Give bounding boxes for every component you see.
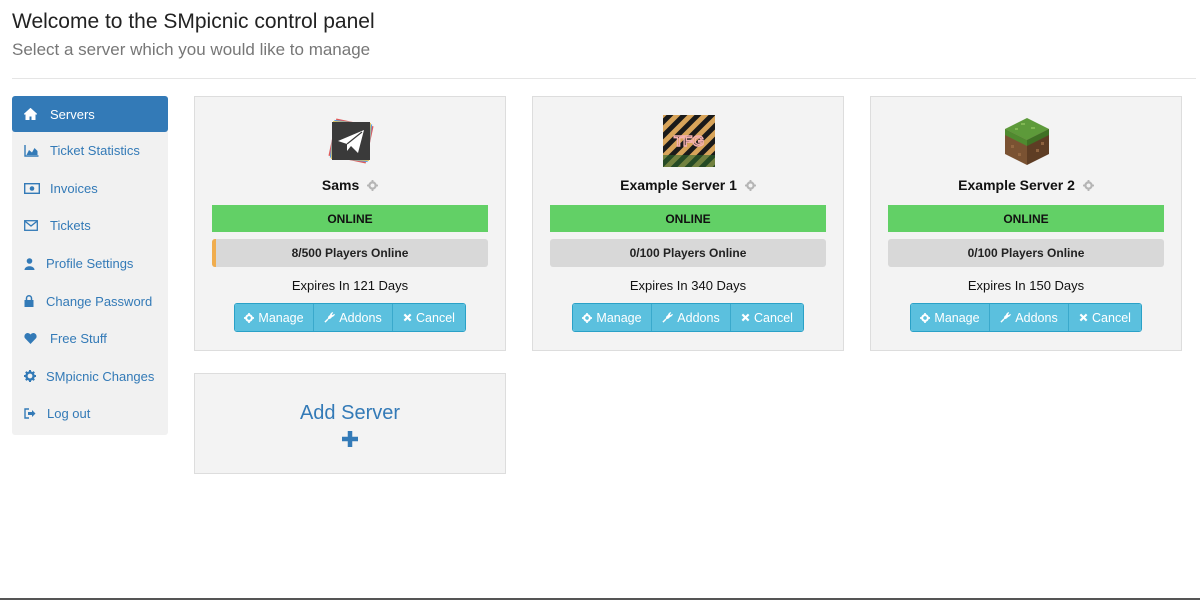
add-server-label: Add Server — [299, 402, 401, 424]
cancel-button[interactable]: Cancel — [1069, 304, 1141, 331]
cog-icon — [920, 312, 931, 323]
sidebar-item-tickets[interactable]: Tickets — [12, 207, 168, 245]
server-name: Example Server 1 — [620, 177, 737, 193]
sidebar-item-smpicnic-changes[interactable]: SMpicnic Changes — [12, 358, 168, 396]
server-action-buttons: Manage Addons Cancel — [910, 303, 1142, 332]
sidebar-item-free-stuff[interactable]: Free Stuff — [12, 320, 168, 358]
page-subtitle: Select a server which you would like to … — [12, 40, 371, 59]
sidebar-item-label: Servers — [50, 106, 95, 122]
plug-icon — [324, 312, 336, 323]
cancel-label: Cancel — [416, 310, 455, 325]
plus-icon — [341, 430, 359, 453]
tfg-logo-text: TFG — [674, 133, 704, 150]
sidebar-item-label: SMpicnic Changes — [46, 368, 155, 384]
manage-label: Manage — [596, 310, 642, 325]
sidebar-item-profile-settings[interactable]: Profile Settings — [12, 245, 168, 283]
addons-button[interactable]: Addons — [314, 304, 393, 331]
expiry-text: Expires In 340 Days — [629, 278, 747, 293]
sidebar-item-label: Profile Settings — [46, 256, 134, 272]
players-progress-bar: 0/100 Players Online — [550, 239, 826, 267]
server-name: Example Server 2 — [958, 177, 1075, 193]
sidebar-item-invoices[interactable]: Invoices — [12, 170, 168, 208]
cancel-label: Cancel — [1092, 310, 1131, 325]
sidebar-item-label: Free Stuff — [50, 331, 107, 347]
manage-button[interactable]: Manage — [235, 304, 314, 331]
expiry-text: Expires In 121 Days — [291, 278, 409, 293]
server-card: TFG Example Server 1 ONLINE 0/100 Player… — [532, 96, 844, 351]
server-settings-gear-icon[interactable] — [367, 178, 379, 194]
server-card: Sams ONLINE 8/500 Players Online Expires… — [194, 96, 506, 351]
home-icon — [24, 108, 50, 120]
gear-icon — [24, 370, 46, 383]
sign-out-icon — [24, 408, 47, 420]
add-server-card[interactable]: Add Server — [194, 373, 506, 474]
addons-label: Addons — [1015, 310, 1058, 325]
sidebar-item-label: Invoices — [50, 180, 98, 196]
server-name-row: Example Server 1 — [533, 177, 843, 194]
sidebar-item-log-out[interactable]: Log out — [12, 395, 168, 433]
manage-label: Manage — [258, 310, 304, 325]
players-progress-bar: 8/500 Players Online — [212, 239, 488, 267]
cancel-button[interactable]: Cancel — [731, 304, 803, 331]
sidebar-item-label: Log out — [47, 406, 91, 422]
server-settings-gear-icon[interactable] — [744, 178, 756, 194]
manage-button[interactable]: Manage — [911, 304, 990, 331]
sidebar-item-label: Tickets — [50, 218, 91, 234]
envelope-icon — [24, 220, 50, 232]
heart-icon — [24, 333, 50, 345]
cancel-button[interactable]: Cancel — [393, 304, 465, 331]
user-icon — [24, 257, 46, 270]
players-online-text: 0/100 Players Online — [629, 246, 747, 260]
money-icon — [24, 182, 50, 194]
tfg-striped-logo: TFG — [663, 115, 715, 167]
sidebar-item-servers[interactable]: Servers — [12, 96, 168, 132]
server-name-row: Example Server 2 — [871, 177, 1181, 194]
expiry-text: Expires In 150 Days — [967, 278, 1085, 293]
manage-button[interactable]: Manage — [573, 304, 652, 331]
sidebar-item-label: Ticket Statistics — [50, 143, 140, 159]
page-header: Welcome to the SMpicnic control panel Se… — [12, 8, 1196, 62]
server-name: Sams — [321, 177, 360, 193]
paper-plane-logo — [325, 115, 377, 167]
status-badge: ONLINE — [888, 205, 1164, 232]
server-action-buttons: Manage Addons Cancel — [234, 303, 466, 332]
addons-label: Addons — [677, 310, 720, 325]
sidebar-item-ticket-statistics[interactable]: Ticket Statistics — [12, 132, 168, 170]
close-icon — [1079, 313, 1088, 322]
grass-block-logo — [1001, 115, 1053, 167]
players-progress-bar: 0/100 Players Online — [888, 239, 1164, 267]
players-online-text: 8/500 Players Online — [291, 246, 409, 260]
server-card: Example Server 2 ONLINE 0/100 Players On… — [870, 96, 1182, 351]
server-name-row: Sams — [195, 177, 505, 194]
cog-icon — [582, 312, 593, 323]
sidebar-item-label: Change Password — [46, 293, 153, 309]
close-icon — [741, 313, 750, 322]
plug-icon — [662, 312, 674, 323]
addons-button[interactable]: Addons — [652, 304, 731, 331]
header-divider — [12, 78, 1196, 79]
status-badge: ONLINE — [550, 205, 826, 232]
addons-button[interactable]: Addons — [990, 304, 1069, 331]
close-icon — [403, 313, 412, 322]
manage-label: Manage — [934, 310, 980, 325]
players-online-text: 0/100 Players Online — [967, 246, 1085, 260]
plug-icon — [1000, 312, 1012, 323]
lock-icon — [24, 295, 46, 308]
sidebar-nav: Servers Ticket Statistics Invoices Ticke… — [12, 96, 168, 435]
cog-icon — [244, 312, 255, 323]
server-action-buttons: Manage Addons Cancel — [572, 303, 804, 332]
sidebar-item-change-password[interactable]: Change Password — [12, 282, 168, 320]
status-badge: ONLINE — [212, 205, 488, 232]
page-title: Welcome to the SMpicnic control panel — [12, 10, 375, 33]
addons-label: Addons — [339, 310, 382, 325]
area-chart-icon — [24, 144, 50, 157]
server-settings-gear-icon[interactable] — [1082, 178, 1094, 194]
cancel-label: Cancel — [754, 310, 793, 325]
